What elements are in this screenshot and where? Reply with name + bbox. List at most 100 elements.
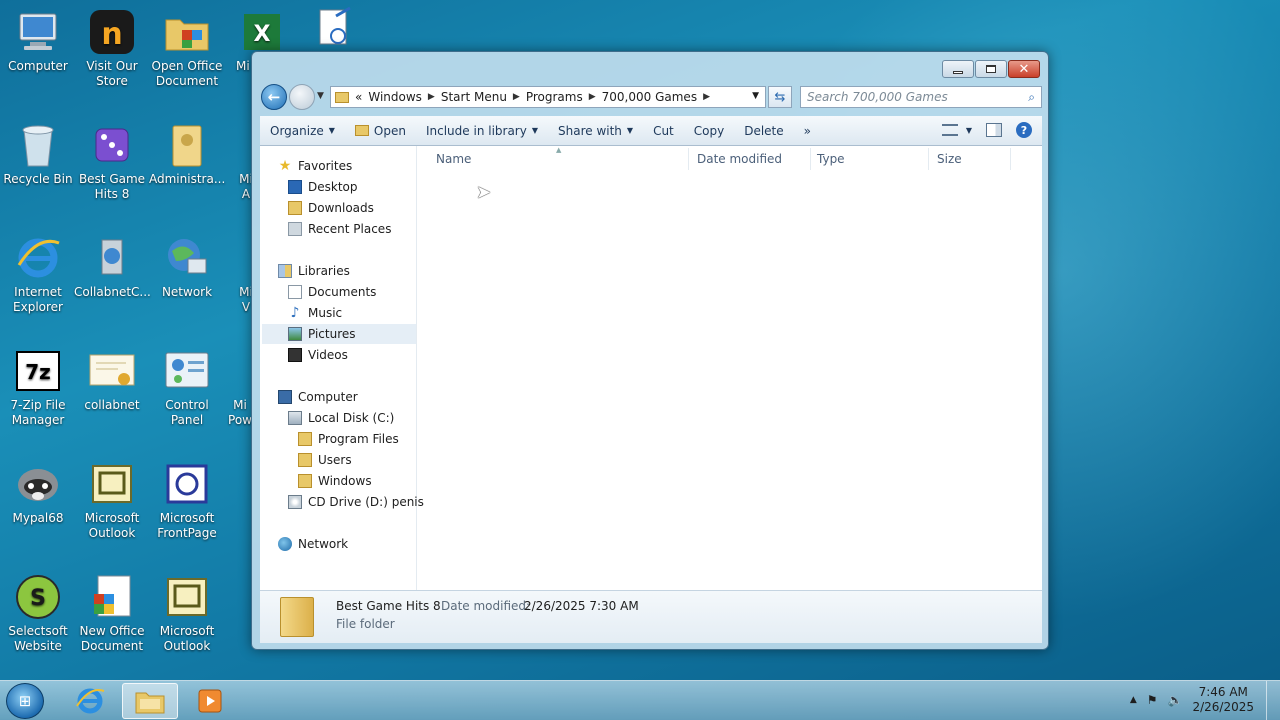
media-player-icon — [198, 689, 222, 713]
desktop-icon-recycle-bin[interactable]: Recycle Bin — [0, 121, 76, 187]
address-dropdown-icon[interactable]: ▼ — [752, 91, 759, 101]
desktop-icon-open-office-document[interactable]: Open Office Document — [149, 8, 225, 89]
file-list[interactable]: ▲ Name Date modified Type Size ➤ — [418, 146, 1042, 590]
desktop-icon-microsoft-frontpage[interactable]: Microsoft FrontPage — [149, 460, 225, 541]
cut-button[interactable]: Cut — [643, 124, 684, 138]
preview-pane-toggle-icon[interactable] — [986, 123, 1002, 137]
nav-desktop[interactable]: Desktop — [288, 177, 358, 197]
desktop-icon-computer[interactable]: Computer — [0, 8, 76, 74]
desktop-icon-best-game-hits-8[interactable]: Best Game Hits 8 — [74, 121, 150, 202]
organize-label: Organize — [270, 123, 324, 138]
breadcrumb-separator-icon[interactable]: ▶ — [589, 92, 596, 102]
taskbar-internet-explorer[interactable] — [62, 683, 118, 719]
details-date-modified-label: Date modified: — [441, 599, 531, 613]
desktop-icon-new-office-document[interactable]: New Office Document — [74, 573, 150, 654]
nav-videos[interactable]: Videos — [288, 345, 348, 365]
nav-program-files[interactable]: Program Files — [298, 429, 399, 449]
more-commands-button[interactable]: » — [794, 124, 821, 138]
minimize-button[interactable] — [942, 60, 974, 78]
search-icon[interactable]: ⌕ — [1028, 90, 1035, 105]
nav-libraries[interactable]: Libraries — [278, 261, 350, 281]
action-center-flag-icon[interactable]: ⚑ — [1147, 693, 1158, 707]
nav-music[interactable]: ♪ Music — [288, 303, 343, 323]
organize-button[interactable]: Organize ▼ — [260, 124, 345, 138]
forward-button[interactable] — [289, 84, 315, 110]
desktop-icon-top-extra[interactable] — [300, 4, 364, 55]
change-view-button[interactable]: ▼ — [941, 124, 972, 136]
include-in-library-button[interactable]: Include in library ▼ — [416, 124, 548, 138]
show-desktop-button[interactable] — [1266, 681, 1280, 720]
breadcrumb-separator-icon[interactable]: ▶ — [513, 92, 520, 102]
breadcrumb-separator-icon[interactable]: ▶ — [428, 92, 435, 102]
nav-windows[interactable]: Windows — [298, 471, 372, 491]
desktop-icon-collabnet[interactable]: collabnet — [74, 347, 150, 413]
column-header-type[interactable]: Type — [817, 152, 845, 166]
breadcrumb-start-menu[interactable]: Start Menu — [441, 90, 507, 104]
column-divider[interactable] — [810, 148, 811, 170]
cut-label: Cut — [653, 123, 674, 138]
nav-favorites[interactable]: ★ Favorites — [278, 156, 353, 176]
column-divider[interactable] — [1010, 148, 1011, 170]
refresh-button[interactable]: ⇆ — [768, 86, 792, 108]
desktop-icon-mypal68[interactable]: Mypal68 — [0, 460, 76, 526]
nav-pictures[interactable]: Pictures — [262, 324, 416, 344]
copy-button[interactable]: Copy — [684, 124, 734, 138]
desktop-icon-visit-our-store[interactable]: n Visit Our Store — [74, 8, 150, 89]
system-clock[interactable]: 7:46 AM 2/26/2025 — [1192, 685, 1254, 715]
breadcrumb-separator-icon[interactable]: ▶ — [703, 92, 710, 102]
search-input[interactable]: Search 700,000 Games ⌕ — [800, 86, 1042, 108]
star-icon: ★ — [278, 158, 292, 174]
nav-users[interactable]: Users — [298, 450, 352, 470]
windows-logo-icon: ⊞ — [18, 692, 32, 710]
videos-icon — [288, 348, 302, 362]
address-bar[interactable]: « Windows ▶ Start Menu ▶ Programs ▶ 700,… — [330, 86, 766, 108]
column-header-size[interactable]: Size — [937, 152, 962, 166]
start-button[interactable]: ⊞ — [6, 683, 44, 719]
column-header-date-modified[interactable]: Date modified — [697, 152, 782, 166]
close-button[interactable]: ✕ — [1008, 60, 1040, 78]
desktop-icon-administrator[interactable]: Administra... — [149, 121, 225, 187]
store-icon: n — [88, 8, 136, 56]
desktop-icon-microsoft-outlook-2[interactable]: Microsoft Outlook — [149, 573, 225, 654]
breadcrumb-700000-games[interactable]: 700,000 Games — [602, 90, 697, 104]
desktop-icon-7zip[interactable]: 7z 7-Zip File Manager — [0, 347, 76, 428]
desktop-icon-collabnetc[interactable]: CollabnetC... — [74, 234, 151, 300]
nav-local-disk[interactable]: Local Disk (C:) — [288, 408, 394, 428]
folder-icon — [335, 91, 349, 103]
nav-recent-places[interactable]: Recent Places — [288, 219, 391, 239]
nav-desktop-label: Desktop — [308, 180, 358, 194]
clock-time: 7:46 AM — [1198, 685, 1248, 699]
desktop-icon-internet-explorer[interactable]: Internet Explorer — [0, 234, 76, 315]
desktop-icon-selectsoft[interactable]: S Selectsoft Website — [0, 573, 76, 654]
nav-cd-drive[interactable]: CD Drive (D:) penis — [288, 492, 424, 512]
taskbar-media-player[interactable] — [182, 683, 238, 719]
desktop-icon-microsoft-outlook[interactable]: Microsoft Outlook — [74, 460, 150, 541]
help-icon[interactable]: ? — [1016, 122, 1032, 138]
column-divider[interactable] — [688, 148, 689, 170]
open-button[interactable]: Open — [345, 124, 416, 138]
recent-pages-dropdown[interactable]: ▼ — [317, 91, 324, 101]
breadcrumb-windows[interactable]: Windows — [368, 90, 422, 104]
nav-network-label: Network — [298, 537, 349, 551]
column-header-name[interactable]: Name — [436, 152, 471, 166]
desktop-icon-network[interactable]: Network — [149, 234, 225, 300]
nav-computer[interactable]: Computer — [278, 387, 358, 407]
maximize-button[interactable] — [975, 60, 1007, 78]
breadcrumb-programs[interactable]: Programs — [526, 90, 583, 104]
breadcrumb-overflow[interactable]: « — [355, 90, 362, 104]
details-item-name: Best Game Hits 8 — [336, 599, 441, 613]
desktop-icon-control-panel[interactable]: Control Panel — [149, 347, 225, 428]
share-with-button[interactable]: Share with ▼ — [548, 124, 643, 138]
nav-downloads[interactable]: Downloads — [288, 198, 374, 218]
volume-muted-icon[interactable]: 🔈 — [1168, 693, 1183, 707]
column-divider[interactable] — [928, 148, 929, 170]
navigation-bar: ← ▼ « Windows ▶ Start Menu ▶ Programs ▶ … — [260, 84, 1042, 110]
show-hidden-icons-icon[interactable]: ▲ — [1130, 695, 1137, 705]
nav-network[interactable]: Network — [278, 534, 348, 554]
desktop-icon-powerpoint-partial[interactable]: Mi Pow — [228, 347, 252, 428]
nav-documents[interactable]: Documents — [288, 282, 376, 302]
taskbar-windows-explorer[interactable] — [122, 683, 178, 719]
outlook-icon — [88, 460, 136, 508]
delete-button[interactable]: Delete — [734, 124, 793, 138]
back-button[interactable]: ← — [261, 84, 287, 110]
